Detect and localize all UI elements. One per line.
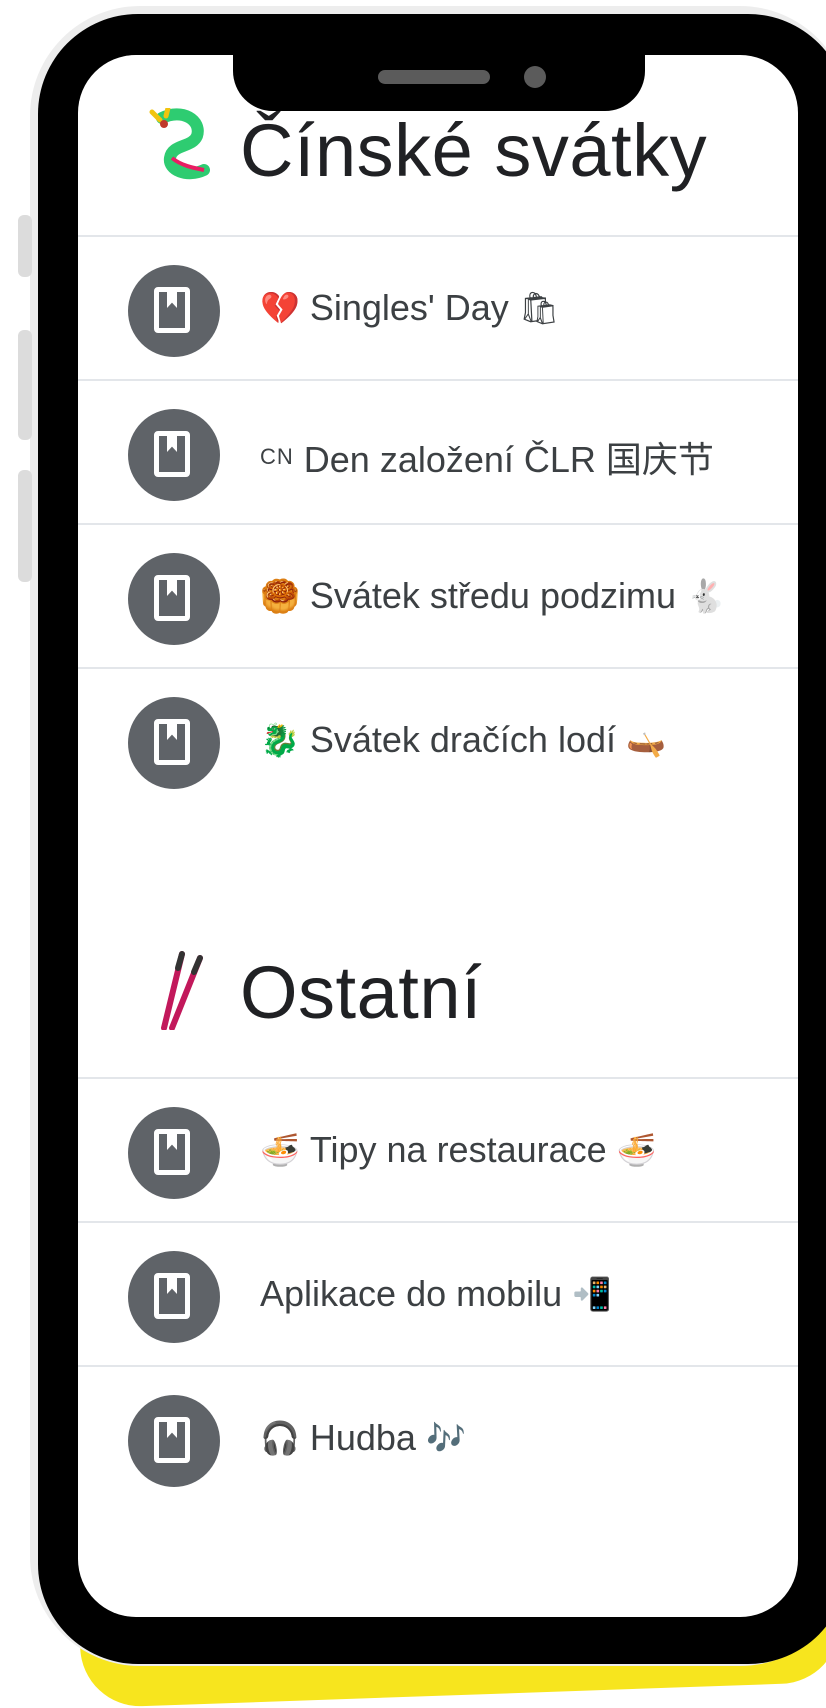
section-title-text: Ostatní <box>240 950 483 1034</box>
noodle-bowl-icon: 🍜 <box>260 1131 300 1169</box>
bookmark-book-icon <box>128 697 220 789</box>
music-notes-icon: 🎶 <box>425 1419 466 1457</box>
shopping-bag-icon: 🛍 <box>518 289 560 327</box>
list-item-dragon-boat-festival[interactable]: 🐉 Svátek dračích lodí 🛶 <box>78 669 798 819</box>
section-title-other: Ostatní <box>78 917 798 1067</box>
moon-cake-icon: 🥮 <box>260 577 300 615</box>
side-button-volume-down <box>18 470 32 582</box>
headphones-icon: 🎧 <box>260 1419 300 1457</box>
chopsticks-icon <box>142 950 222 1035</box>
list-item-label: Den založení ČLR 国庆节 <box>303 439 714 480</box>
china-flag-icon: CN <box>260 444 294 469</box>
list-item-restaurant-tips[interactable]: 🍜 Tipy na restaurace 🍜 <box>78 1079 798 1229</box>
bookmark-book-icon <box>128 409 220 501</box>
list-item-label: Aplikace do mobilu <box>260 1273 563 1314</box>
dragon-icon: 🐉 <box>260 721 300 759</box>
rabbit-icon: 🐇 <box>686 577 726 615</box>
side-button-mute <box>18 215 32 277</box>
speaker-grille <box>378 70 490 84</box>
list-item-prc-founding-day[interactable]: CN Den založení ČLR 国庆节 <box>78 381 798 531</box>
bookmark-book-icon <box>128 553 220 645</box>
list-item-label: Hudba <box>309 1417 416 1458</box>
list-item-label: Singles' Day <box>309 287 509 328</box>
bookmark-book-icon <box>128 1107 220 1199</box>
mobile-phone-arrow-icon: 📲 <box>572 1275 613 1313</box>
bookmark-book-icon <box>128 1251 220 1343</box>
side-button-volume-up <box>18 330 32 440</box>
list-item-label: Svátek středu podzimu <box>309 575 677 616</box>
screen: Čínské svátky 💔 Singles' Day 🛍 CN Den za… <box>78 55 798 1617</box>
list-item-label: Svátek dračích lodí <box>309 719 617 760</box>
dragon-icon <box>142 105 222 193</box>
list-item-music[interactable]: 🎧 Hudba 🎶 <box>78 1367 798 1517</box>
list-item-mid-autumn-festival[interactable]: 🥮 Svátek středu podzimu 🐇 <box>78 525 798 675</box>
noodle-bowl-icon: 🍜 <box>616 1131 657 1169</box>
front-camera <box>524 66 546 88</box>
bookmark-book-icon <box>128 1395 220 1487</box>
bookmark-book-icon <box>128 265 220 357</box>
list-item-singles-day[interactable]: 💔 Singles' Day 🛍 <box>78 237 798 387</box>
broken-heart-icon: 💔 <box>260 289 300 327</box>
section-title-text: Čínské svátky <box>240 108 708 192</box>
list-item-mobile-apps[interactable]: Aplikace do mobilu 📲 <box>78 1223 798 1373</box>
list-item-label: Tipy na restaurace <box>309 1129 607 1170</box>
canoe-icon: 🛶 <box>626 721 666 759</box>
